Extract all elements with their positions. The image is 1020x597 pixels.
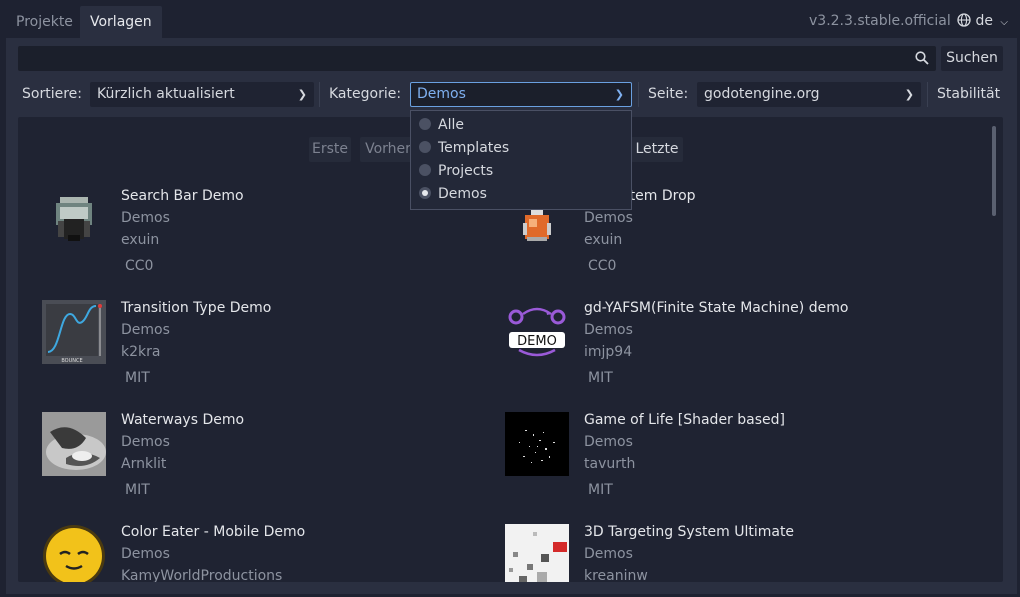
asset-author[interactable]: exuin xyxy=(121,232,159,248)
asset-author[interactable]: k2kra xyxy=(121,344,160,360)
page-prev-button[interactable]: Vorher xyxy=(360,137,416,162)
radio-selected-icon xyxy=(419,187,431,199)
radio-icon xyxy=(419,118,431,130)
asset-thumbnail[interactable]: BOUNCE xyxy=(42,300,106,364)
globe-icon xyxy=(957,13,975,29)
search-button[interactable]: Suchen xyxy=(941,46,1003,71)
radio-icon xyxy=(419,164,431,176)
asset-thumbnail[interactable] xyxy=(42,524,106,582)
category-option-demos[interactable]: Demos xyxy=(419,183,487,206)
asset-category[interactable]: Demos xyxy=(121,210,170,226)
asset-author[interactable]: exuin xyxy=(584,232,622,248)
category-label: Kategorie: xyxy=(329,86,402,102)
asset-title[interactable]: Search Bar Demo xyxy=(121,188,244,204)
category-option-templates[interactable]: Templates xyxy=(419,137,509,160)
version-label: v3.2.3.stable.official xyxy=(809,13,951,29)
asset-thumbnail[interactable]: DEMO xyxy=(505,300,569,364)
asset-license: CC0 xyxy=(125,258,154,274)
asset-license: MIT xyxy=(125,370,150,386)
divider xyxy=(638,82,639,107)
asset-title[interactable]: Transition Type Demo xyxy=(121,300,271,316)
language-selector[interactable]: de ⌵ xyxy=(957,13,1008,29)
category-value: Demos xyxy=(417,86,466,102)
page-first-button[interactable]: Erste xyxy=(309,137,351,162)
asset-title[interactable]: 3D Targeting System Ultimate xyxy=(584,524,794,540)
asset-author[interactable]: tavurth xyxy=(584,456,635,472)
asset-license: MIT xyxy=(588,370,613,386)
category-option-projects[interactable]: Projects xyxy=(419,160,493,183)
asset-category[interactable]: Demos xyxy=(121,322,170,338)
asset-category[interactable]: Demos xyxy=(121,434,170,450)
asset-category[interactable]: Demos xyxy=(121,546,170,562)
sort-value: Kürzlich aktualisiert xyxy=(97,86,235,102)
asset-thumbnail[interactable] xyxy=(505,524,569,582)
category-dropdown[interactable]: Demos ❯ xyxy=(410,82,632,107)
divider xyxy=(319,82,320,107)
asset-category[interactable]: Demos xyxy=(584,434,633,450)
chevron-down-icon: ⌵ xyxy=(1000,17,1008,28)
search-icon xyxy=(915,51,929,69)
asset-category[interactable]: Demos xyxy=(584,210,633,226)
option-label: Templates xyxy=(438,140,510,156)
asset-category[interactable]: Demos xyxy=(584,546,633,562)
sort-dropdown[interactable]: Kürzlich aktualisiert ❯ xyxy=(90,82,314,107)
scrollbar-thumb[interactable] xyxy=(992,126,996,216)
demo-label: DEMO xyxy=(517,334,557,349)
chevron-down-icon: ❯ xyxy=(904,88,914,101)
asset-thumbnail[interactable] xyxy=(42,189,106,253)
asset-license: CC0 xyxy=(588,258,617,274)
asset-thumbnail[interactable] xyxy=(42,412,106,476)
site-label: Seite: xyxy=(648,86,689,102)
category-popup-menu: Alle Templates Projects Demos xyxy=(410,110,632,210)
asset-title[interactable]: Waterways Demo xyxy=(121,412,244,428)
site-dropdown[interactable]: godotengine.org ❯ xyxy=(697,82,921,107)
radio-icon xyxy=(419,141,431,153)
tab-projekte[interactable]: Projekte xyxy=(6,6,83,38)
asset-author[interactable]: kreaninw xyxy=(584,568,648,582)
option-label: Projects xyxy=(438,163,494,179)
asset-author[interactable]: Arnklit xyxy=(121,456,166,472)
asset-author[interactable]: KamyWorldProductions xyxy=(121,568,282,582)
bounce-label: BOUNCE xyxy=(61,358,82,364)
site-value: godotengine.org xyxy=(704,86,820,102)
sort-label: Sortiere: xyxy=(22,86,82,102)
asset-thumbnail[interactable] xyxy=(505,412,569,476)
divider xyxy=(927,82,928,107)
asset-license: MIT xyxy=(125,482,150,498)
asset-title[interactable]: gd-YAFSM(Finite State Machine) demo xyxy=(584,300,848,316)
category-option-alle[interactable]: Alle xyxy=(419,114,464,137)
asset-author[interactable]: imjp94 xyxy=(584,344,632,360)
tab-vorlagen[interactable]: Vorlagen xyxy=(80,6,162,38)
search-input[interactable] xyxy=(18,46,936,71)
chevron-down-icon: ❯ xyxy=(297,88,307,101)
asset-license: MIT xyxy=(588,482,613,498)
stability-button[interactable]: Stabilität xyxy=(937,82,1000,107)
asset-title[interactable]: Game of Life [Shader based] xyxy=(584,412,785,428)
asset-title[interactable]: Color Eater - Mobile Demo xyxy=(121,524,305,540)
language-code: de xyxy=(975,13,993,29)
asset-category[interactable]: Demos xyxy=(584,322,633,338)
option-label: Alle xyxy=(438,117,464,133)
page-last-button[interactable]: Letzte xyxy=(631,137,683,162)
chevron-down-icon: ❯ xyxy=(614,88,624,101)
option-label: Demos xyxy=(438,186,487,202)
